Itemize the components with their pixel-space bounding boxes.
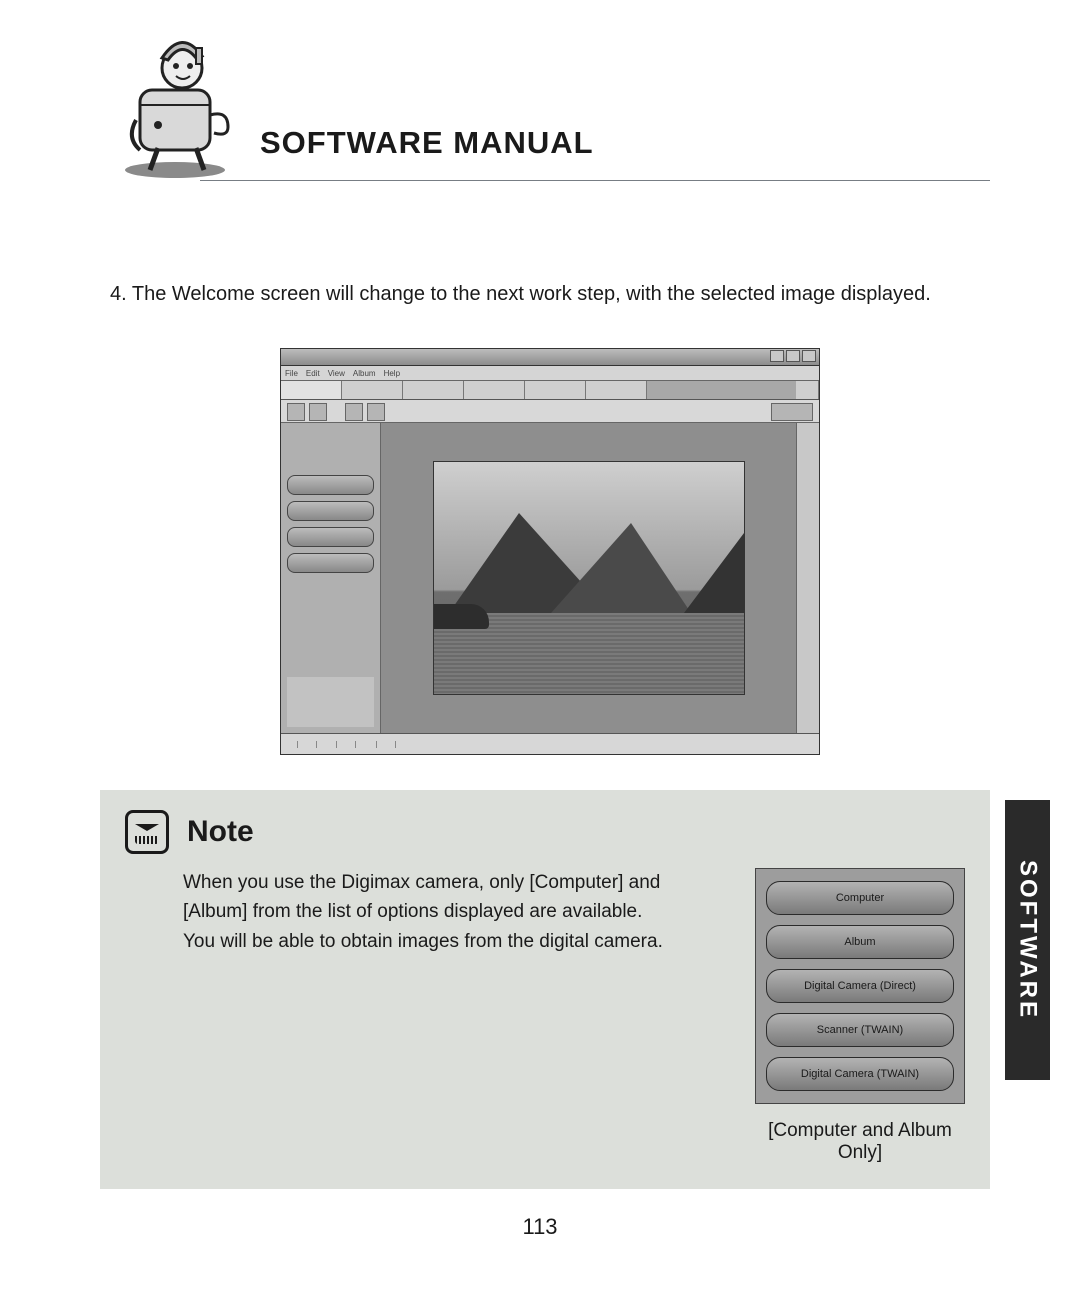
sidebar-info xyxy=(287,677,374,727)
option-button-dc-twain: Digital Camera (TWAIN) xyxy=(766,1057,954,1091)
sidebar-button xyxy=(287,501,374,521)
mascot-icon xyxy=(110,30,240,180)
sidebar-button xyxy=(287,553,374,573)
status-seg xyxy=(298,741,317,748)
page-header: SOFTWARE MANUAL xyxy=(110,30,990,230)
tool-icon xyxy=(287,403,305,421)
header-rule xyxy=(200,180,990,181)
sidebar-button xyxy=(287,475,374,495)
screenshot-titlebar xyxy=(281,349,819,366)
manual-page: SOFTWARE MANUAL 4. The Welcome screen wi… xyxy=(0,0,1080,1295)
min-icon xyxy=(770,350,784,362)
note-box: Note When you use the Digimax camera, on… xyxy=(100,790,990,1189)
screenshot-sidebar xyxy=(281,423,381,733)
screenshot-tab xyxy=(586,381,647,399)
status-seg xyxy=(287,741,298,748)
menu-item: Help xyxy=(384,369,400,378)
status-seg xyxy=(356,741,377,748)
status-right xyxy=(803,741,813,748)
note-heading: Note xyxy=(187,815,254,849)
screenshot-toolbar xyxy=(281,400,819,423)
screenshot-right-strip xyxy=(796,423,819,733)
screenshot-tab xyxy=(281,381,342,399)
max-icon xyxy=(786,350,800,362)
tool-icon xyxy=(771,403,813,421)
screenshot-tabs xyxy=(281,381,819,400)
screenshot-menubar: File Edit View Album Help xyxy=(281,366,819,381)
note-line: You will be able to obtain images from t… xyxy=(183,927,727,956)
note-line: When you use the Digimax camera, only [C… xyxy=(183,868,727,897)
screenshot-tab xyxy=(525,381,586,399)
note-text: When you use the Digimax camera, only [C… xyxy=(125,868,727,956)
tool-icon xyxy=(345,403,363,421)
menu-item: Album xyxy=(353,369,376,378)
page-title: SOFTWARE MANUAL xyxy=(260,125,594,161)
options-caption: [Computer and Album Only] xyxy=(755,1120,965,1164)
options-panel: Computer Album Digital Camera (Direct) S… xyxy=(755,868,965,1104)
option-button-scanner: Scanner (TWAIN) xyxy=(766,1013,954,1047)
note-icon xyxy=(125,810,169,854)
status-seg xyxy=(317,741,338,748)
menu-item: Edit xyxy=(306,369,320,378)
selected-image xyxy=(433,461,745,695)
screenshot-tab xyxy=(796,381,819,399)
section-tab-software: SOFTWARE xyxy=(1005,800,1050,1080)
sidebar-desc xyxy=(287,447,374,469)
screenshot-statusbar xyxy=(281,733,819,754)
status-seg xyxy=(337,741,356,748)
close-icon xyxy=(802,350,816,362)
option-button-album: Album xyxy=(766,925,954,959)
status-seg xyxy=(396,741,416,748)
status-seg xyxy=(377,741,396,748)
menu-item: File xyxy=(285,369,298,378)
note-line: [Album] from the list of options display… xyxy=(183,897,727,926)
option-button-dc-direct: Digital Camera (Direct) xyxy=(766,969,954,1003)
option-button-computer: Computer xyxy=(766,881,954,915)
sidebar-title xyxy=(287,429,374,441)
option-column: Computer Album Digital Camera (Direct) S… xyxy=(755,868,965,1104)
tool-icon xyxy=(309,403,327,421)
screenshot-tab xyxy=(342,381,403,399)
screenshot-canvas xyxy=(381,423,796,733)
step-text: 4. The Welcome screen will change to the… xyxy=(110,280,990,308)
screenshot-tab xyxy=(403,381,464,399)
app-screenshot: File Edit View Album Help xyxy=(280,348,820,755)
sidebar-button xyxy=(287,527,374,547)
page-number: 113 xyxy=(522,1214,557,1240)
tool-icon xyxy=(367,403,385,421)
menu-item: View xyxy=(328,369,345,378)
screenshot-tab xyxy=(464,381,525,399)
screenshot-body xyxy=(281,423,819,733)
